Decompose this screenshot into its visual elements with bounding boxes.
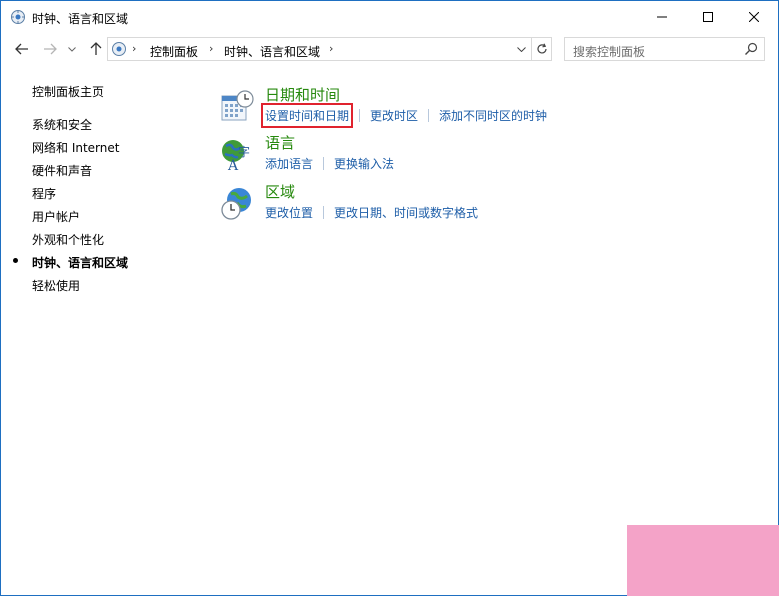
- link-divider: [323, 157, 325, 170]
- svg-text:A: A: [227, 158, 239, 172]
- maximize-icon: [703, 11, 713, 22]
- category-title-language[interactable]: 语言: [265, 132, 295, 153]
- arrow-up-icon: [90, 42, 102, 55]
- arrow-left-icon: [15, 43, 28, 55]
- globe-clock-icon[interactable]: [220, 187, 254, 221]
- control-panel-icon: [11, 10, 25, 24]
- breadcrumb-chevron-icon[interactable]: ›: [329, 42, 333, 55]
- active-bullet-icon: [13, 258, 18, 263]
- back-button[interactable]: [12, 39, 32, 59]
- add-clocks-link[interactable]: 添加不同时区的时钟: [439, 107, 547, 124]
- control-panel-icon: [112, 42, 126, 56]
- recent-locations-button[interactable]: [65, 39, 79, 59]
- arrow-right-icon: [44, 43, 57, 55]
- refresh-icon: [537, 43, 547, 54]
- language-icon[interactable]: A 字: [220, 138, 254, 172]
- link-divider: [428, 109, 430, 122]
- category-title-region[interactable]: 区域: [265, 181, 295, 202]
- search-input[interactable]: 搜索控制面板: [573, 43, 645, 60]
- sidebar-item-system-security[interactable]: 系统和安全: [32, 116, 92, 133]
- close-icon: [749, 11, 759, 22]
- svg-text:字: 字: [238, 144, 250, 159]
- change-input-method-link[interactable]: 更换输入法: [334, 155, 394, 172]
- link-divider: [359, 109, 361, 122]
- chevron-down-icon: [68, 46, 76, 52]
- forward-button[interactable]: [40, 39, 60, 59]
- sidebar-home-link[interactable]: 控制面板主页: [32, 83, 104, 100]
- search-box[interactable]: 搜索控制面板: [564, 37, 765, 61]
- control-panel-window: 时钟、语言和区域 › 控制面板 › 时钟、语言和区域 › 搜索控制面板 控制面板…: [0, 0, 779, 596]
- calendar-clock-icon[interactable]: [220, 90, 254, 124]
- link-divider: [323, 206, 325, 219]
- search-icon[interactable]: [744, 42, 758, 56]
- category-links: 更改位置 更改日期、时间或数字格式: [265, 204, 478, 221]
- category-links: 设置时间和日期 更改时区 添加不同时区的时钟: [260, 103, 547, 128]
- breadcrumb-chevron-icon[interactable]: ›: [209, 42, 213, 55]
- sidebar-item-appearance[interactable]: 外观和个性化: [32, 231, 104, 248]
- title-bar: 时钟、语言和区域: [1, 1, 778, 32]
- change-location-link[interactable]: 更改位置: [265, 204, 313, 221]
- breadcrumb-control-panel[interactable]: 控制面板: [150, 43, 198, 60]
- change-timezone-link[interactable]: 更改时区: [370, 107, 418, 124]
- sidebar-item-user-accounts[interactable]: 用户帐户: [32, 208, 80, 225]
- change-date-time-format-link[interactable]: 更改日期、时间或数字格式: [334, 204, 478, 221]
- watermark-overlay: [627, 525, 779, 596]
- window-title: 时钟、语言和区域: [32, 12, 129, 26]
- sidebar-item-clock-language-region[interactable]: 时钟、语言和区域: [32, 254, 128, 271]
- maximize-button[interactable]: [685, 1, 731, 32]
- navigation-bar: › 控制面板 › 时钟、语言和区域 › 搜索控制面板: [1, 36, 778, 62]
- address-dropdown-button[interactable]: [512, 39, 530, 59]
- add-language-link[interactable]: 添加语言: [265, 155, 313, 172]
- breadcrumb-clock-language-region[interactable]: 时钟、语言和区域: [224, 43, 320, 60]
- sidebar-item-network-internet[interactable]: 网络和 Internet: [32, 139, 119, 156]
- sidebar-item-hardware-sound[interactable]: 硬件和声音: [32, 162, 92, 179]
- breadcrumb-chevron-icon[interactable]: ›: [132, 42, 136, 55]
- up-button[interactable]: [86, 39, 106, 59]
- minimize-button[interactable]: [639, 1, 685, 32]
- address-bar[interactable]: › 控制面板 › 时钟、语言和区域 ›: [107, 37, 552, 61]
- refresh-button[interactable]: [531, 38, 552, 60]
- sidebar-item-programs[interactable]: 程序: [32, 185, 56, 202]
- set-time-date-link[interactable]: 设置时间和日期: [260, 103, 354, 128]
- chevron-down-icon: [516, 46, 526, 52]
- category-title-date-time[interactable]: 日期和时间: [265, 84, 340, 105]
- category-links: 添加语言 更换输入法: [265, 155, 394, 172]
- minimize-icon: [657, 16, 667, 17]
- close-button[interactable]: [731, 1, 777, 32]
- sidebar-item-ease-of-access[interactable]: 轻松使用: [32, 277, 80, 294]
